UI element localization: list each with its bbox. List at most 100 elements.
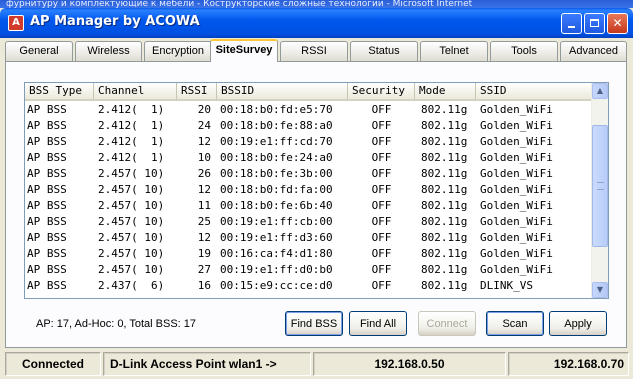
table-row[interactable]: AP BSS 2.437( 6) 16 00:15:e9:cc:ce:d0 OFF 802… [25, 278, 593, 294]
apply-button[interactable]: Apply [549, 311, 607, 336]
tab-general[interactable]: General [5, 41, 73, 61]
table-row[interactable]: AP BSS 2.457( 10) 27 00:19:e1:ff:d0:b0 OFF 80… [25, 262, 593, 278]
rssi-cell: 24 [197, 119, 211, 132]
rssi-cell: 16 [197, 279, 211, 292]
mode-cell: 802.11g [421, 215, 468, 228]
bss-type-cell: AP BSS [27, 167, 67, 180]
close-button[interactable]: ✕ [607, 13, 628, 34]
scroll-grip-icon [597, 182, 604, 190]
local-ip: 192.168.0.50 [313, 352, 506, 376]
mode-cell: 802.11g [421, 199, 468, 212]
bssid-cell: 00:19:e1:ff:cd:70 [220, 135, 333, 148]
mode-cell: 802.11g [421, 119, 468, 132]
ssid-cell: Golden_WiFi [480, 199, 553, 212]
rssi-cell: 20 [197, 103, 211, 116]
security-cell: OFF [371, 103, 392, 116]
column-header-security[interactable]: Security [348, 83, 415, 101]
device-name: D-Link Access Point wlan1 -> [103, 352, 311, 376]
ssid-cell: Golden_WiFi [480, 135, 553, 148]
channel-cell: 2.412( 1) [98, 119, 165, 132]
rssi-cell: 26 [197, 167, 211, 180]
vertical-scrollbar[interactable]: ▲ ▼ [591, 83, 608, 298]
scroll-thumb[interactable] [592, 125, 608, 247]
security-cell: OFF [371, 263, 392, 276]
maximize-button[interactable] [584, 13, 605, 34]
ssid-cell: Golden_WiFi [480, 263, 553, 276]
channel-cell: 2.457( 10) [98, 183, 165, 196]
bssid-cell: 00:19:e1:ff:cb:00 [220, 215, 333, 228]
security-cell: OFF [371, 279, 392, 292]
bss-type-cell: AP BSS [27, 247, 67, 260]
minimize-button[interactable] [561, 13, 582, 34]
table-row[interactable]: AP BSS 2.457( 10) 25 00:19:e1:ff:cb:00 OFF 80… [25, 214, 593, 230]
table-row[interactable]: AP BSS 2.412( 1) 10 00:18:b0:fe:24:a0 OFF 802… [25, 150, 593, 166]
tab-rssi[interactable]: RSSI [280, 41, 348, 61]
minimize-icon [568, 26, 575, 28]
table-row[interactable]: AP BSS 2.457( 10) 12 00:19:e1:ff:d3:60 OFF 80… [25, 230, 593, 246]
channel-cell: 2.412( 1) [98, 103, 165, 116]
column-header-bss-type[interactable]: BSS Type [25, 83, 94, 101]
bss-list[interactable]: BSS Type Channel RSSI BSSID Security Mod… [24, 82, 609, 299]
bss-type-cell: AP BSS [27, 215, 67, 228]
rssi-cell: 12 [197, 231, 211, 244]
sitesurvey-panel: BSS Type Channel RSSI BSSID Security Mod… [5, 61, 627, 348]
mode-cell: 802.11g [421, 135, 468, 148]
table-row[interactable]: AP BSS 2.457( 10) 11 00:18:b0:fe:6b:40 OFF 80… [25, 198, 593, 214]
bss-type-cell: AP BSS [27, 183, 67, 196]
tab-telnet[interactable]: Telnet [420, 41, 488, 61]
bss-type-cell: AP BSS [27, 279, 67, 292]
connect-button[interactable]: Connect [418, 311, 476, 336]
tab-encryption[interactable]: Encryption [144, 41, 212, 61]
security-cell: OFF [371, 183, 392, 196]
mode-cell: 802.11g [421, 103, 468, 116]
tab-advanced[interactable]: Advanced [560, 41, 627, 61]
scroll-up-icon: ▲ [596, 86, 604, 95]
bssid-cell: 00:15:e9:cc:ce:d0 [220, 279, 333, 292]
rssi-cell: 11 [197, 199, 211, 212]
bssid-cell: 00:18:b0:fe:24:a0 [220, 151, 333, 164]
table-row[interactable]: AP BSS 2.457( 10) 12 00:18:b0:fd:fa:00 OFF 80… [25, 182, 593, 198]
security-cell: OFF [371, 135, 392, 148]
app-icon: A [8, 15, 24, 31]
find-bss-button[interactable]: Find BSS [285, 311, 343, 336]
scan-button[interactable]: Scan [486, 311, 544, 336]
tab-sitesurvey[interactable]: SiteSurvey [210, 39, 278, 62]
ssid-cell: Golden_WiFi [480, 215, 553, 228]
table-row[interactable]: AP BSS 2.457( 10) 19 00:16:ca:f4:d1:80 OFF 80… [25, 246, 593, 262]
tab-tools[interactable]: Tools [490, 41, 558, 61]
column-header-rssi[interactable]: RSSI [177, 83, 217, 101]
scroll-up-button[interactable]: ▲ [592, 83, 608, 99]
channel-cell: 2.437( 6) [98, 279, 165, 292]
bss-type-cell: AP BSS [27, 231, 67, 244]
column-header-bssid[interactable]: BSSID [217, 83, 348, 101]
tab-status[interactable]: Status [350, 41, 418, 61]
channel-cell: 2.457( 10) [98, 167, 165, 180]
channel-cell: 2.457( 10) [98, 215, 165, 228]
table-row[interactable]: AP BSS 2.412( 1) 20 00:18:b0:fd:e5:70 OFF 802… [25, 102, 593, 118]
tab-wireless[interactable]: Wireless [75, 41, 142, 61]
title-bar[interactable]: A AP Manager by ACOWA ✕ [0, 8, 633, 38]
column-header-ssid[interactable]: SSID [476, 83, 593, 101]
mode-cell: 802.11g [421, 167, 468, 180]
find-all-button[interactable]: Find All [349, 311, 407, 336]
bss-type-cell: AP BSS [27, 103, 67, 116]
column-header-channel[interactable]: Channel [94, 83, 177, 101]
table-row[interactable]: AP BSS 2.412( 1) 12 00:19:e1:ff:cd:70 OFF 802… [25, 134, 593, 150]
bss-type-cell: AP BSS [27, 119, 67, 132]
bssid-cell: 00:18:b0:fe:88:a0 [220, 119, 333, 132]
column-header-mode[interactable]: Mode [415, 83, 476, 101]
ap-manager-window: A AP Manager by ACOWA ✕ General Wireless… [0, 8, 633, 379]
scroll-down-button[interactable]: ▼ [592, 282, 608, 298]
mode-cell: 802.11g [421, 151, 468, 164]
bss-list-rows: AP BSS 2.412( 1) 20 00:18:b0:fd:e5:70 OFF 802… [25, 102, 593, 294]
ssid-cell: DLINK_VS [480, 279, 533, 292]
ssid-cell: Golden_WiFi [480, 167, 553, 180]
background-window-title: фурнитуру и комплектующие к мебели - Кос… [0, 0, 633, 8]
connection-status: Connected [5, 352, 101, 376]
bssid-cell: 00:19:e1:ff:d3:60 [220, 231, 333, 244]
channel-cell: 2.457( 10) [98, 199, 165, 212]
table-row[interactable]: AP BSS 2.412( 1) 24 00:18:b0:fe:88:a0 OFF 802… [25, 118, 593, 134]
security-cell: OFF [371, 151, 392, 164]
table-row[interactable]: AP BSS 2.457( 10) 26 00:18:b0:fe:3b:00 OFF 80… [25, 166, 593, 182]
rssi-cell: 10 [197, 151, 211, 164]
